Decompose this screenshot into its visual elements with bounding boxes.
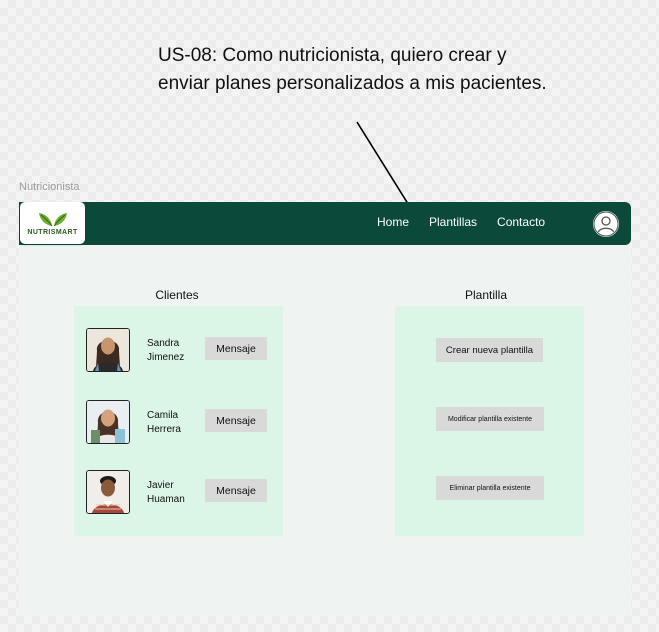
client-row: Javier Huaman Mensaje: [86, 470, 281, 514]
brand-logo[interactable]: NUTRISMART: [20, 202, 85, 244]
client-photo: [86, 470, 130, 514]
brand-name: NUTRISMART: [27, 229, 78, 236]
mensaje-button[interactable]: Mensaje: [205, 337, 267, 360]
user-avatar-icon[interactable]: [593, 211, 619, 237]
frame-label: Nutricionista: [19, 181, 80, 193]
client-name: Javier Huaman: [147, 480, 185, 505]
client-row: Camila Herrera Mensaje: [86, 400, 281, 444]
navbar: NUTRISMART Home Plantillas Contacto: [19, 202, 631, 245]
nav-links: Home Plantillas Contacto: [377, 215, 545, 229]
plantilla-title: Plantilla: [464, 288, 508, 302]
mensaje-button[interactable]: Mensaje: [205, 409, 267, 432]
nav-link-contacto[interactable]: Contacto: [497, 215, 545, 229]
clientes-panel: Sandra Jimenez Mensaje Camila Herrera Me…: [74, 306, 283, 536]
client-photo: [86, 328, 130, 372]
crear-plantilla-button[interactable]: Crear nueva plantilla: [436, 338, 543, 362]
client-photo: [86, 400, 130, 444]
user-story-annotation: US-08: Como nutricionista, quiero crear …: [158, 45, 547, 94]
client-name: Camila Herrera: [147, 410, 181, 435]
clientes-title: Clientes: [155, 288, 199, 302]
app-frame: NUTRISMART Home Plantillas Contacto Clie…: [19, 202, 631, 616]
client-row: Sandra Jimenez Mensaje: [86, 328, 281, 372]
nav-link-plantillas[interactable]: Plantillas: [429, 215, 477, 229]
nav-link-home[interactable]: Home: [377, 215, 409, 229]
plantilla-panel: Crear nueva plantilla Modificar plantill…: [395, 306, 584, 536]
leaf-icon: [38, 213, 67, 227]
client-name: Sandra Jimenez: [147, 338, 185, 363]
mensaje-button[interactable]: Mensaje: [205, 479, 267, 502]
eliminar-plantilla-button[interactable]: Eliminar plantilla existente: [436, 476, 544, 500]
modificar-plantilla-button[interactable]: Modificar plantilla existente: [436, 407, 544, 431]
